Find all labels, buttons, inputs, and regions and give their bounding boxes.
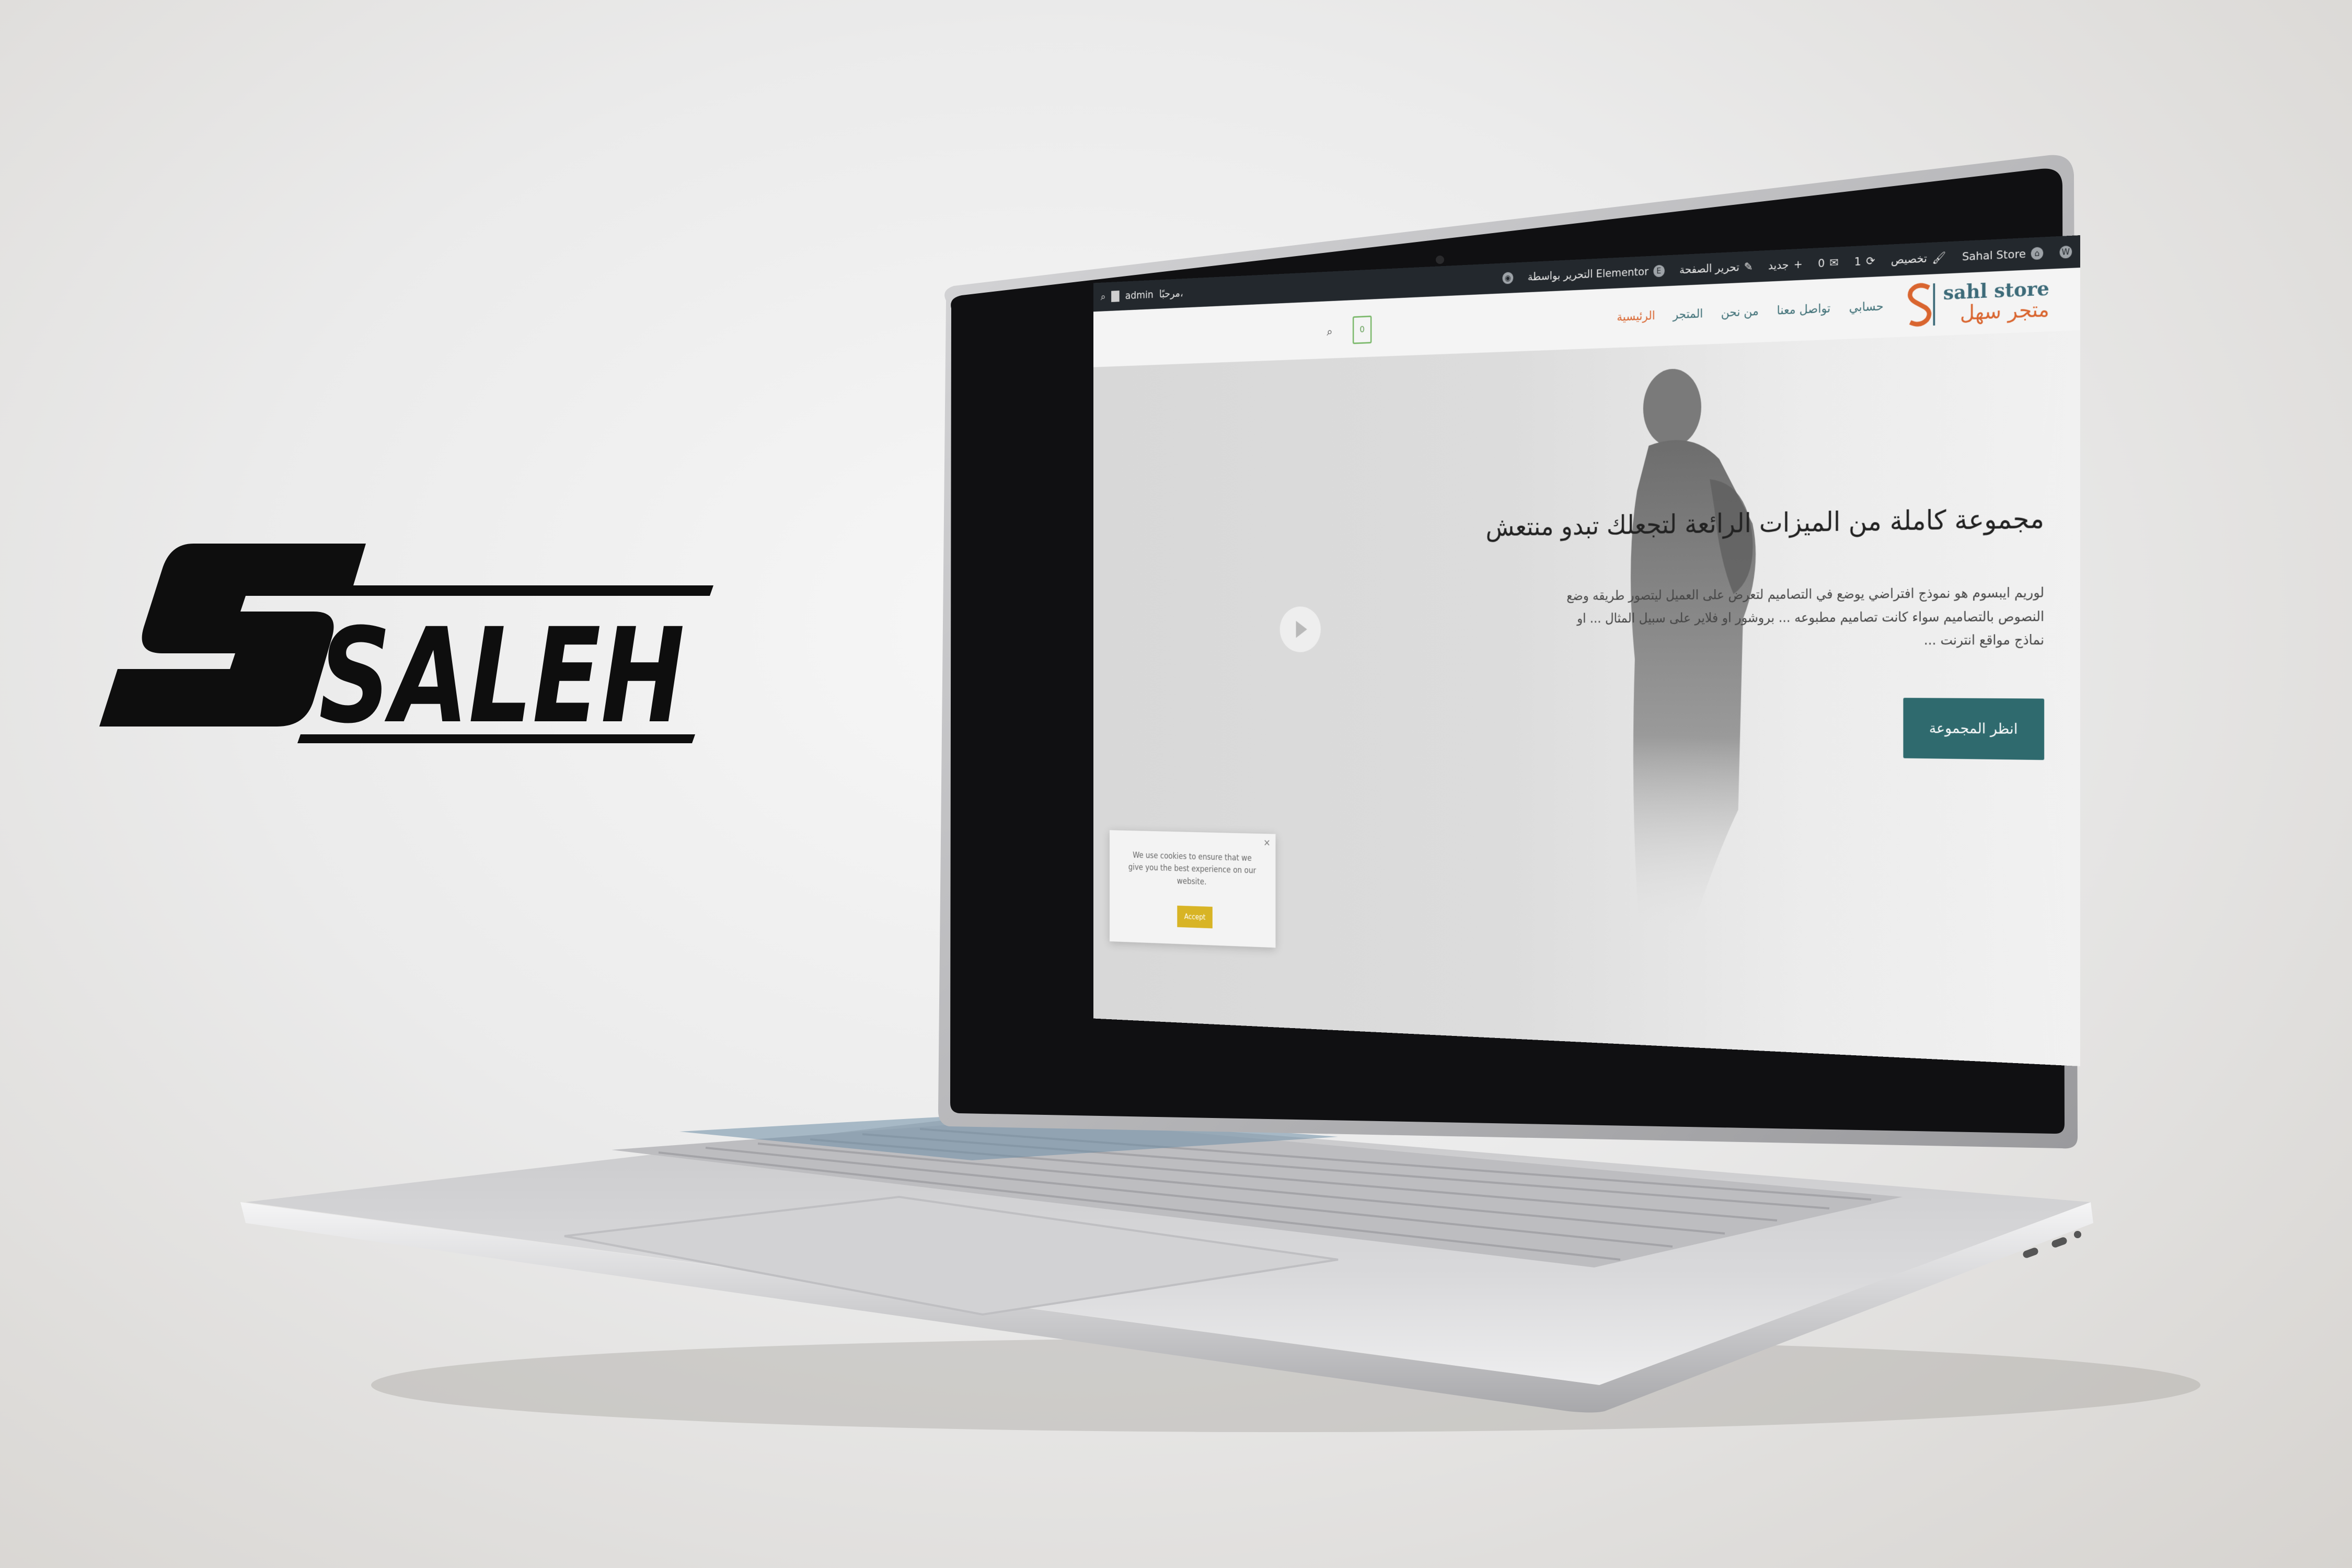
wordpress-icon: W xyxy=(2059,245,2072,259)
hero-section: مجموعة كاملة من الميزات الرائعة لتجعلك ت… xyxy=(1093,330,2080,1066)
theme-icon: ◉ xyxy=(1502,272,1514,284)
nav-account[interactable]: حسابي xyxy=(1849,299,1884,315)
comments-count: 0 xyxy=(1818,257,1825,270)
logo-text: sahl store متجر سهل xyxy=(1943,276,2049,325)
site-name-menu[interactable]: Sahal Store ⌂ xyxy=(1954,246,2051,263)
headphone-jack xyxy=(2074,1231,2081,1238)
cart-count: 0 xyxy=(1359,324,1365,335)
close-icon[interactable]: × xyxy=(1263,837,1271,848)
updates-count: 1 xyxy=(1854,255,1861,269)
nav-contact[interactable]: تواصل معنا xyxy=(1777,301,1831,317)
search-admin-icon[interactable]: ⌕ xyxy=(1101,291,1106,303)
cookie-accept-button[interactable]: Accept xyxy=(1177,905,1213,929)
new-content-menu[interactable]: جديد + xyxy=(1760,258,1810,273)
nav-home[interactable]: الرئيسية xyxy=(1617,308,1655,324)
elementor-edit-menu[interactable]: التحرير بواسطة Elementor E xyxy=(1520,264,1672,283)
comment-icon: ✉ xyxy=(1829,256,1839,270)
search-icon[interactable]: ⌕ xyxy=(1327,325,1332,339)
theme-icon-menu[interactable]: ◉ xyxy=(1495,272,1520,285)
customize-menu[interactable]: تخصيص 🖌 xyxy=(1883,251,1954,267)
refresh-icon: ⟳ xyxy=(1866,255,1875,268)
site-name: Sahal Store xyxy=(1962,247,2026,263)
website: W Sahal Store ⌂ تخصيص 🖌 1 ⟳ 0 ✉ جديد + ت… xyxy=(1093,235,2080,1066)
cookie-notice: × We use cookies to ensure that we give … xyxy=(1109,830,1276,948)
logo-s-icon xyxy=(1904,280,1939,329)
updates-menu[interactable]: 1 ⟳ xyxy=(1847,254,1883,269)
pencil-icon: ✎ xyxy=(1744,260,1753,273)
wp-logo-menu[interactable]: W xyxy=(2051,245,2080,259)
video-play-button[interactable] xyxy=(1279,606,1321,652)
site-logo[interactable]: sahl store متجر سهل xyxy=(1904,275,2049,329)
avatar xyxy=(1111,290,1120,302)
cart-icon[interactable]: 0 xyxy=(1352,315,1372,344)
plus-icon: + xyxy=(1793,258,1803,271)
nav-about[interactable]: من نحن xyxy=(1721,304,1759,320)
admin-user: admin xyxy=(1125,289,1154,302)
edit-page-label: تحرير الصفحة xyxy=(1679,261,1739,276)
brush-icon: 🖌 xyxy=(1932,251,1946,265)
admin-greeting: مرحبًا، xyxy=(1159,287,1183,301)
hero-description: لوريم ايبسوم هو نموذج افتراضي يوضع في ال… xyxy=(1566,585,2045,649)
customize-label: تخصيص xyxy=(1890,252,1927,267)
comments-menu[interactable]: 0 ✉ xyxy=(1810,256,1846,270)
view-collection-button[interactable]: انظر المجموعة xyxy=(1903,698,2045,760)
main-nav: الرئيسية المتجر من نحن تواصل معنا حسابي xyxy=(1617,299,1883,324)
nav-shop[interactable]: المتجر xyxy=(1673,306,1703,321)
new-label: جديد xyxy=(1768,258,1789,272)
elementor-icon: E xyxy=(1653,264,1665,278)
laptop-screen: W Sahal Store ⌂ تخصيص 🖌 1 ⟳ 0 ✉ جديد + ت… xyxy=(951,235,2080,1066)
admin-account-menu[interactable]: ⌕ admin مرحبًا، xyxy=(1093,287,1183,303)
hero-title: مجموعة كاملة من الميزات الرائعة لتجعلك ت… xyxy=(1485,503,2045,543)
cookie-message: We use cookies to ensure that we give yo… xyxy=(1128,850,1256,887)
home-icon: ⌂ xyxy=(2031,247,2044,260)
elementor-edit-label: التحرير بواسطة Elementor xyxy=(1527,265,1649,283)
edit-page-menu[interactable]: تحرير الصفحة ✎ xyxy=(1672,260,1761,276)
